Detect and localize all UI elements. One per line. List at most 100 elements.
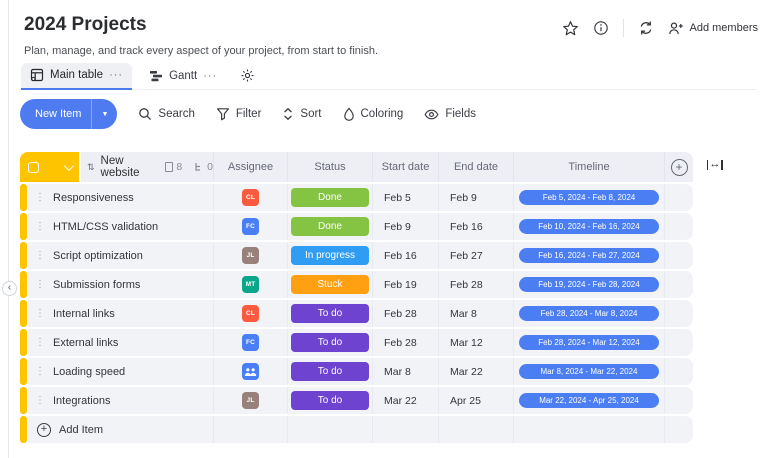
integrations-sync-icon[interactable] [638, 20, 654, 36]
timeline-pill[interactable]: Feb 28, 2024 - Mar 12, 2024 [519, 335, 659, 350]
assignee-avatar[interactable]: JL [242, 247, 259, 264]
start-date-cell[interactable]: Feb 28 [372, 329, 438, 356]
board-settings-gear-icon[interactable] [234, 64, 261, 89]
status-pill[interactable]: To do [291, 304, 369, 323]
end-date-cell[interactable]: Mar 12 [438, 329, 513, 356]
task-name[interactable]: Internal links [53, 308, 115, 320]
assignee-avatar[interactable]: FC [242, 218, 259, 235]
status-pill[interactable]: Done [291, 217, 369, 236]
tab-more-icon[interactable]: ··· [109, 69, 123, 81]
start-date-cell[interactable]: Feb 19 [372, 271, 438, 298]
status-cell[interactable]: To do [287, 300, 372, 327]
table-row[interactable]: ⋮ External links FC To do Feb 28 Mar 12 … [20, 329, 693, 356]
timeline-pill[interactable]: Feb 10, 2024 - Feb 16, 2024 [519, 219, 659, 234]
task-name-cell[interactable]: ⋮ External links [28, 329, 213, 356]
select-all-checkbox[interactable] [28, 161, 39, 173]
drag-handle-icon[interactable]: ⋮ [35, 337, 45, 348]
start-date-cell[interactable]: Mar 8 [372, 358, 438, 385]
group-sort-handle-icon[interactable]: ⇅ [87, 162, 95, 173]
status-pill[interactable]: To do [291, 362, 369, 381]
start-date-cell[interactable]: Mar 22 [372, 387, 438, 414]
status-pill[interactable]: In progress [291, 246, 369, 265]
end-date-cell[interactable]: Feb 28 [438, 271, 513, 298]
table-row[interactable]: ⋮ Internal links CL To do Feb 28 Mar 8 F… [20, 300, 693, 327]
drag-handle-icon[interactable]: ⋮ [35, 279, 45, 290]
task-name[interactable]: External links [53, 337, 118, 349]
status-cell[interactable]: In progress [287, 242, 372, 269]
fields-button[interactable]: Fields [424, 108, 476, 121]
group-name[interactable]: New website [101, 155, 154, 179]
assignee-avatar[interactable]: FC [242, 334, 259, 351]
tab-main-table[interactable]: Main table ··· [21, 63, 133, 90]
task-name[interactable]: Loading speed [53, 366, 125, 378]
task-name[interactable]: Responsiveness [53, 192, 134, 204]
add-item-row[interactable]: + Add Item [20, 416, 693, 443]
end-date-cell[interactable]: Feb 16 [438, 213, 513, 240]
drag-handle-icon[interactable]: ⋮ [35, 250, 45, 261]
timeline-cell[interactable]: Feb 5, 2024 - Feb 8, 2024 [513, 184, 664, 211]
task-name[interactable]: Integrations [53, 395, 110, 407]
new-item-caret-icon[interactable]: ▼ [91, 99, 117, 129]
assignee-cell[interactable] [213, 358, 287, 385]
timeline-cell[interactable]: Feb 28, 2024 - Mar 12, 2024 [513, 329, 664, 356]
timeline-cell[interactable]: Mar 22, 2024 - Apr 25, 2024 [513, 387, 664, 414]
coloring-button[interactable]: Coloring [343, 107, 403, 121]
assignee-cell[interactable]: CL [213, 300, 287, 327]
column-header-timeline[interactable]: Timeline [513, 152, 664, 182]
assignee-cell[interactable]: FC [213, 329, 287, 356]
task-name[interactable]: HTML/CSS validation [53, 221, 158, 233]
assignee-avatar[interactable]: CL [242, 189, 259, 206]
start-date-cell[interactable]: Feb 28 [372, 300, 438, 327]
status-cell[interactable]: Stuck [287, 271, 372, 298]
status-cell[interactable]: To do [287, 329, 372, 356]
table-row[interactable]: ⋮ Integrations JL To do Mar 22 Apr 25 Ma… [20, 387, 693, 414]
table-row[interactable]: ⋮ Submission forms MT Stuck Feb 19 Feb 2… [20, 271, 693, 298]
timeline-cell[interactable]: Mar 8, 2024 - Mar 22, 2024 [513, 358, 664, 385]
task-name-cell[interactable]: ⋮ Loading speed [28, 358, 213, 385]
assignee-cell[interactable]: MT [213, 271, 287, 298]
sort-button[interactable]: Sort [282, 107, 322, 121]
assignee-avatar[interactable]: CL [242, 305, 259, 322]
assignee-avatar[interactable]: JL [242, 392, 259, 409]
timeline-pill[interactable]: Feb 19, 2024 - Feb 28, 2024 [519, 277, 659, 292]
column-header-end-date[interactable]: End date [438, 152, 513, 182]
team-avatar[interactable] [242, 363, 259, 380]
column-header-start-date[interactable]: Start date [372, 152, 438, 182]
search-button[interactable]: Search [138, 107, 195, 121]
timeline-pill[interactable]: Mar 8, 2024 - Mar 22, 2024 [519, 364, 659, 379]
status-pill[interactable]: To do [291, 391, 369, 410]
status-cell[interactable]: To do [287, 358, 372, 385]
task-name-cell[interactable]: ⋮ Responsiveness [28, 184, 213, 211]
drag-handle-icon[interactable]: ⋮ [35, 395, 45, 406]
end-date-cell[interactable]: Mar 22 [438, 358, 513, 385]
task-name-cell[interactable]: ⋮ Internal links [28, 300, 213, 327]
timeline-cell[interactable]: Feb 28, 2024 - Mar 8, 2024 [513, 300, 664, 327]
column-header-assignee[interactable]: Assignee [213, 152, 287, 182]
status-pill[interactable]: To do [291, 333, 369, 352]
status-pill[interactable]: Done [291, 188, 369, 207]
task-name-cell[interactable]: ⋮ Submission forms [28, 271, 213, 298]
drag-handle-icon[interactable]: ⋮ [35, 366, 45, 377]
drag-handle-icon[interactable]: ⋮ [35, 308, 45, 319]
table-row[interactable]: ⋮ HTML/CSS validation FC Done Feb 9 Feb … [20, 213, 693, 240]
info-icon[interactable] [593, 20, 609, 36]
timeline-cell[interactable]: Feb 16, 2024 - Feb 27, 2024 [513, 242, 664, 269]
add-column-button[interactable]: + [670, 158, 688, 176]
favorite-star-icon[interactable] [562, 20, 579, 37]
table-row[interactable]: ⋮ Responsiveness CL Done Feb 5 Feb 9 Feb… [20, 184, 693, 211]
assignee-cell[interactable]: CL [213, 184, 287, 211]
end-date-cell[interactable]: Feb 9 [438, 184, 513, 211]
assignee-cell[interactable]: JL [213, 242, 287, 269]
task-name-cell[interactable]: ⋮ Script optimization [28, 242, 213, 269]
status-cell[interactable]: To do [287, 387, 372, 414]
assignee-cell[interactable]: FC [213, 213, 287, 240]
end-date-cell[interactable]: Feb 27 [438, 242, 513, 269]
sidebar-collapse-button[interactable]: ‹ [2, 281, 17, 296]
status-cell[interactable]: Done [287, 184, 372, 211]
timeline-pill[interactable]: Feb 5, 2024 - Feb 8, 2024 [519, 190, 659, 205]
status-cell[interactable]: Done [287, 213, 372, 240]
timeline-cell[interactable]: Feb 19, 2024 - Feb 28, 2024 [513, 271, 664, 298]
drag-handle-icon[interactable]: ⋮ [35, 221, 45, 232]
task-name-cell[interactable]: ⋮ Integrations [28, 387, 213, 414]
status-pill[interactable]: Stuck [291, 275, 369, 294]
